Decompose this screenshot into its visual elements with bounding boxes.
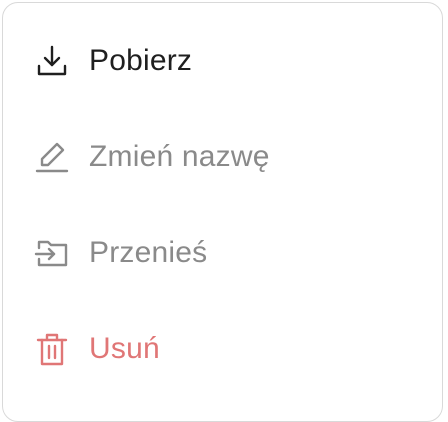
menu-item-label: Pobierz [89,44,193,77]
menu-item-delete[interactable]: Usuń [3,301,442,397]
menu-item-label: Zmień nazwę [89,140,270,173]
menu-item-rename[interactable]: Zmień nazwę [3,109,442,205]
download-icon [33,42,71,80]
menu-item-label: Usuń [89,332,160,365]
menu-item-label: Przenieś [89,236,208,269]
folder-move-icon [33,234,71,272]
context-menu: Pobierz Zmień nazwę Przenieś Usuń [2,2,443,422]
menu-item-move[interactable]: Przenieś [3,205,442,301]
trash-icon [33,330,71,368]
pencil-icon [33,138,71,176]
menu-item-download[interactable]: Pobierz [3,13,442,109]
